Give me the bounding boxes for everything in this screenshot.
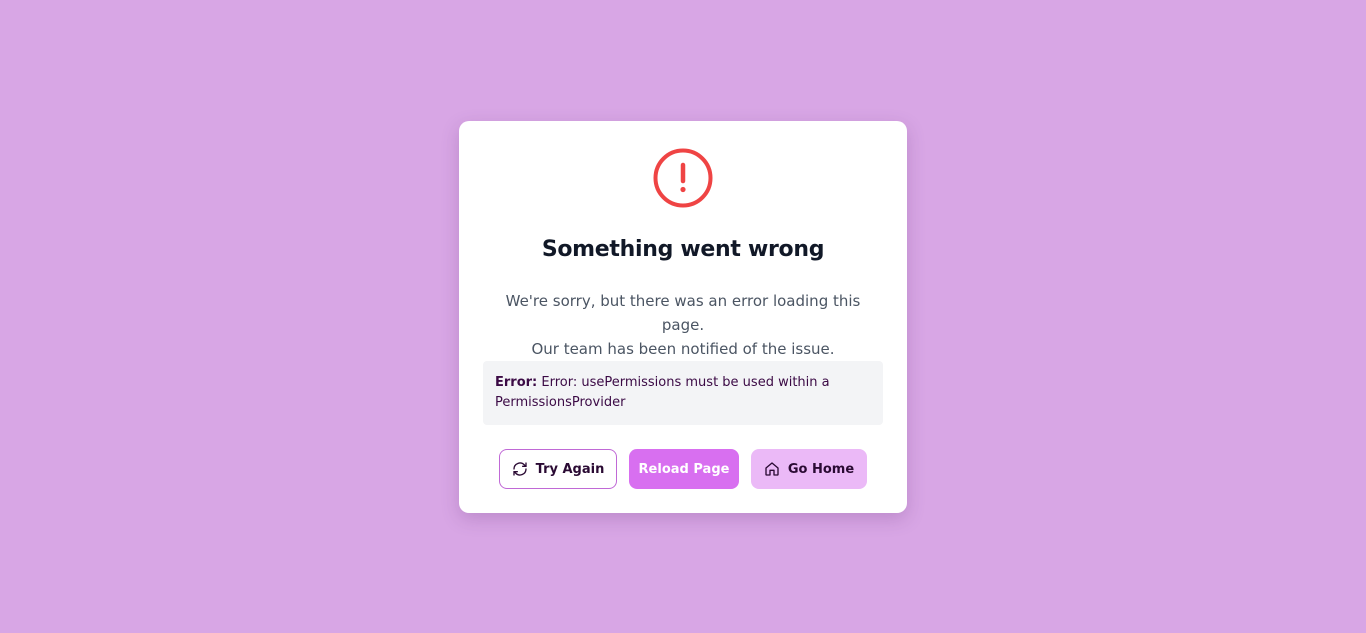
- try-again-button[interactable]: Try Again: [499, 449, 617, 489]
- error-message-line-1: We're sorry, but there was an error load…: [505, 292, 861, 334]
- alert-circle-icon: [653, 148, 713, 208]
- refresh-icon: [512, 462, 527, 476]
- home-icon: [765, 462, 779, 476]
- try-again-label: Try Again: [535, 461, 605, 477]
- error-message: We're sorry, but there was an error load…: [483, 289, 883, 361]
- go-home-label: Go Home: [787, 461, 855, 477]
- error-label: Error:: [495, 375, 538, 390]
- error-details: Error: Error: usePermissions must be use…: [483, 361, 883, 425]
- reload-page-button[interactable]: Reload Page: [629, 449, 739, 489]
- reload-page-label: Reload Page: [638, 461, 730, 477]
- go-home-button[interactable]: Go Home: [751, 449, 867, 489]
- error-message-line-2: Our team has been notified of the issue.: [531, 340, 835, 358]
- error-text: Error: usePermissions must be used withi…: [495, 375, 830, 410]
- error-title: Something went wrong: [541, 237, 825, 262]
- error-card: Something went wrong We're sorry, but th…: [459, 121, 907, 513]
